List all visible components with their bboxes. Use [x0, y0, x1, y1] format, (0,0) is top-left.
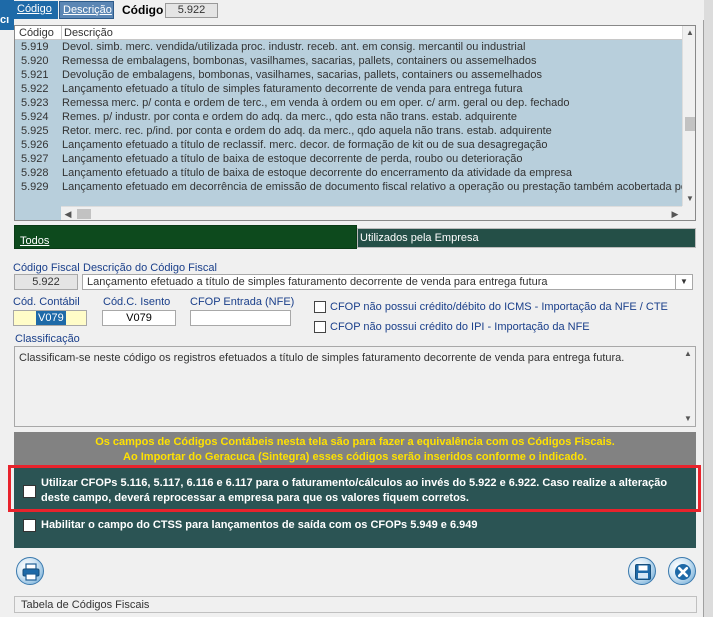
codigo-fiscal-label: Código Fiscal — [13, 262, 80, 274]
classificacao-text: Classificam-se neste código os registros… — [19, 352, 625, 364]
cfops-option-label[interactable]: Utilizar CFOPs 5.116, 5.117, 6.116 e 6.1… — [41, 476, 681, 506]
table-row[interactable]: 5.928 Lançamento efetuado a título de bai… — [15, 166, 682, 180]
descricao-fiscal-label: Descrição do Código Fiscal — [83, 262, 217, 274]
window-edge: cı — [0, 0, 14, 30]
codigo-fiscal-field: 5.922 — [14, 274, 78, 290]
scroll-down-icon[interactable]: ▼ — [683, 192, 695, 206]
cell-descricao: Lançamento efetuado a título de baixa de… — [62, 167, 573, 179]
cfops-option-line: Utilizar CFOPs 5.116, 5.117, 6.116 e 6.1… — [41, 477, 668, 489]
cell-descricao: Lançamento efetuado a título de simples … — [62, 83, 523, 95]
cell-descricao: Devolução de embalagens, bombonas, vasil… — [62, 69, 542, 81]
cod-contabil-label: Cód. Contábil — [13, 296, 80, 308]
classificacao-textarea[interactable]: Classificam-se neste código os registros… — [14, 346, 696, 427]
cod-isento-label: Cód.C. Isento — [103, 296, 171, 308]
status-text: Tabela de Códigos Fiscais — [21, 599, 150, 611]
descricao-fiscal-select[interactable]: Lançamento efetuado a título de simples … — [82, 274, 676, 290]
scroll-down-icon[interactable]: ▼ — [681, 412, 695, 426]
cell-descricao: Retor. merc. rec. p/ind. por conta e ord… — [62, 125, 552, 137]
status-bar: Tabela de Códigos Fiscais — [14, 596, 697, 613]
grid-body: 5.919 Devol. simb. merc. vendida/utilizad… — [15, 40, 682, 205]
ipi-checkbox-label[interactable]: CFOP não possui crédito do IPI - Importa… — [330, 321, 590, 333]
scroll-up-icon[interactable]: ▲ — [681, 347, 695, 361]
ipi-checkbox[interactable] — [314, 321, 326, 333]
close-x-icon — [675, 564, 691, 580]
cod-isento-input[interactable]: V079 — [102, 310, 176, 326]
floppy-icon — [635, 564, 651, 580]
table-row[interactable]: 5.923 Remessa merc. p/ conta e ordem de t… — [15, 96, 682, 110]
scroll-right-icon[interactable]: ▶ — [668, 207, 682, 220]
cell-descricao: Remessa de embalagens, bombonas, vasilha… — [62, 55, 537, 67]
cell-codigo: 5.920 — [21, 55, 49, 67]
cell-codigo: 5.929 — [21, 181, 49, 193]
scroll-thumb[interactable] — [685, 117, 695, 131]
column-header-codigo[interactable]: Código — [19, 26, 54, 40]
grid-horizontal-scrollbar[interactable]: ◀ ▶ — [61, 206, 682, 220]
notice-line: Ao Importar do Geracuca (Sintegra) esses… — [123, 451, 587, 463]
table-row[interactable]: 5.921 Devolução de embalagens, bombonas, … — [15, 68, 682, 82]
scroll-thumb-horizontal[interactable] — [77, 209, 91, 219]
icms-checkbox[interactable] — [314, 301, 326, 313]
cell-descricao: Lançamento efetuado a título de baixa de… — [62, 153, 523, 165]
tab-todos[interactable]: Todos — [14, 225, 357, 249]
cell-descricao: Remessa merc. p/ conta e ordem de terc.,… — [62, 97, 570, 109]
tab-codigo[interactable]: Código — [14, 1, 58, 19]
cod-contabil-input[interactable]: V079 — [13, 310, 87, 326]
tab-utilizados-pela-empresa[interactable]: Utilizados pela Empresa — [357, 228, 696, 248]
print-button[interactable] — [16, 557, 44, 585]
filter-tabs: Todos Utilizados pela Empresa — [14, 225, 696, 249]
ctss-option-label[interactable]: Habilitar o campo do CTSS para lançament… — [41, 518, 478, 533]
grid-vertical-scrollbar[interactable]: ▲ ▼ — [682, 26, 695, 206]
search-input[interactable]: 5.922 — [165, 3, 218, 18]
table-row[interactable]: 5.926 Lançamento efetuado a título de rec… — [15, 138, 682, 152]
chevron-down-icon[interactable]: ▼ — [676, 274, 693, 290]
cod-contabil-value: V079 — [36, 311, 66, 325]
table-row[interactable]: 5.927 Lançamento efetuado a título de bai… — [15, 152, 682, 166]
scroll-up-icon[interactable]: ▲ — [683, 26, 695, 40]
cell-codigo: 5.928 — [21, 167, 49, 179]
cell-codigo: 5.927 — [21, 153, 49, 165]
tab-descricao[interactable]: Descrição — [59, 1, 114, 19]
notice-line: Os campos de Códigos Contábeis nesta tel… — [95, 436, 615, 448]
cfops-checkbox[interactable] — [23, 485, 36, 498]
cell-codigo: 5.926 — [21, 139, 49, 151]
cell-descricao: Lançamento efetuado em decorrência de em… — [62, 181, 682, 193]
table-row[interactable]: 5.925 Retor. merc. rec. p/ind. por conta … — [15, 124, 682, 138]
cell-descricao: Lançamento efetuado a título de reclassi… — [62, 139, 548, 151]
table-row[interactable]: 5.922 Lançamento efetuado a título de sim… — [15, 82, 682, 96]
cell-codigo: 5.921 — [21, 69, 49, 81]
cfop-entrada-label: CFOP Entrada (NFE) — [190, 296, 295, 308]
cfop-entrada-input[interactable] — [190, 310, 291, 326]
save-button[interactable] — [628, 557, 656, 585]
ctss-checkbox[interactable] — [23, 519, 36, 532]
cell-codigo: 5.922 — [21, 83, 49, 95]
table-row[interactable]: 5.924 Remes. p/ industr. por conta e orde… — [15, 110, 682, 124]
printer-icon — [22, 563, 40, 581]
table-row[interactable]: 5.920 Remessa de embalagens, bombonas, va… — [15, 54, 682, 68]
window-right-edge — [703, 0, 713, 617]
table-row[interactable]: 5.929 Lançamento efetuado em decorrência … — [15, 180, 682, 194]
scroll-left-icon[interactable]: ◀ — [61, 207, 75, 220]
search-label: Código — [122, 3, 164, 17]
table-row[interactable]: 5.919 Devol. simb. merc. vendida/utilizad… — [15, 40, 682, 54]
classificacao-scrollbar[interactable]: ▲ ▼ — [681, 347, 695, 426]
close-button[interactable] — [668, 557, 696, 585]
window-edge-label: cı — [0, 14, 10, 26]
column-header-descricao[interactable]: Descrição — [61, 26, 113, 40]
scroll-corner — [682, 206, 695, 220]
cfop-grid[interactable]: Código Descrição 5.919 Devol. simb. merc.… — [14, 25, 696, 221]
search-tab-bar — [14, 0, 704, 20]
cell-descricao: Remes. p/ industr. por conta e ordem do … — [62, 111, 517, 123]
cell-codigo: 5.919 — [21, 41, 49, 53]
notice-banner: Os campos de Códigos Contábeis nesta tel… — [14, 432, 696, 466]
icms-checkbox-label[interactable]: CFOP não possui crédito/débito do ICMS -… — [330, 301, 668, 313]
cell-codigo: 5.924 — [21, 111, 49, 123]
cell-codigo: 5.923 — [21, 97, 49, 109]
cell-descricao: Devol. simb. merc. vendida/utilizada pro… — [62, 41, 526, 53]
cell-codigo: 5.925 — [21, 125, 49, 137]
grid-header: Código Descrição — [15, 26, 682, 40]
classificacao-label: Classificação — [15, 333, 80, 345]
cfops-option-line: deste campo, deverá reprocessar a empres… — [41, 492, 469, 504]
